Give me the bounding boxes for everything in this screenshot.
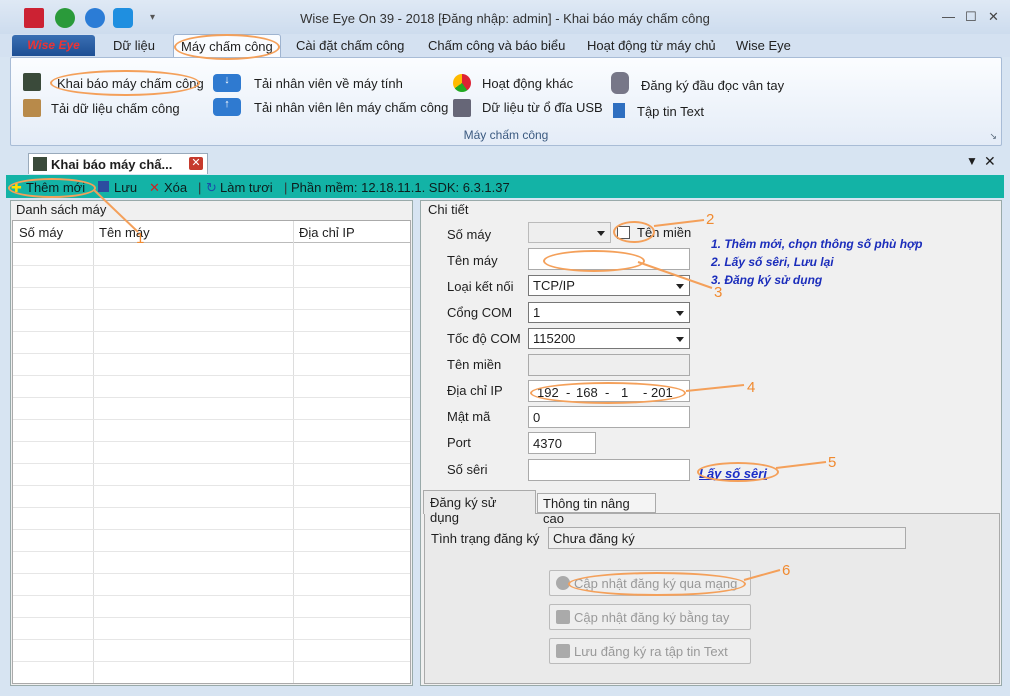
annotation-number: 4 [747,379,756,396]
annotation-number: 1 [136,230,145,247]
annotation-number: 2 [706,211,715,228]
annotation-number: 5 [828,454,837,471]
annotation-number: 6 [782,562,791,579]
annotation-number: 3 [714,284,723,301]
annotation-lines [93,189,827,581]
